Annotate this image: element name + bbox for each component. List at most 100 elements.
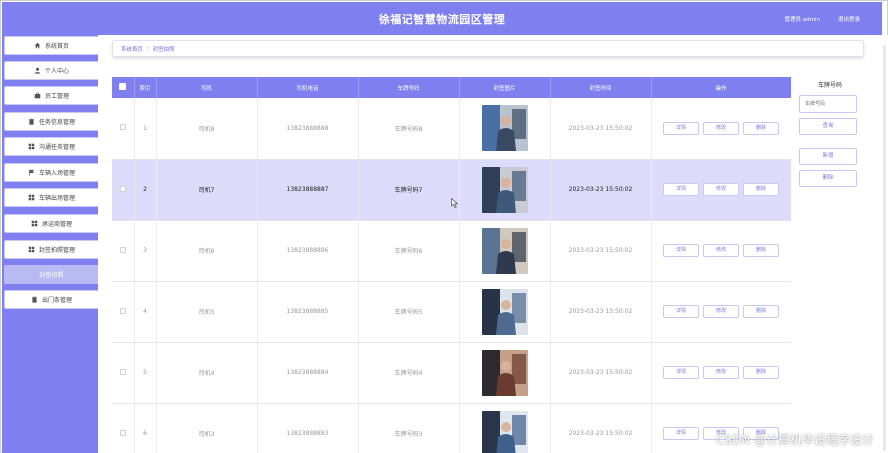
search-panel: 车牌号码 查询 新增 删除 (799, 77, 861, 187)
detail-button[interactable]: 详情 (663, 305, 699, 318)
sidebar-item-label: 任务信息管理 (38, 119, 75, 126)
seal-photo[interactable] (481, 105, 528, 152)
sidebar-item-label: 个人中心 (44, 68, 69, 75)
flag-icon (28, 169, 35, 176)
seal-photo[interactable] (481, 410, 528, 453)
app-title: 徐福记智慧物流园区管理 (378, 13, 506, 26)
row-time: 2023-03-23 15:50:02 (550, 342, 652, 404)
edit-button[interactable]: 修改 (703, 121, 739, 135)
sidebar-item-label: 封签拍照管理 (38, 247, 75, 254)
column-header: 封签时间 (550, 77, 652, 98)
sidebar-item-label: 系统首页 (44, 43, 69, 50)
breadcrumb-current: 封签拍照 (152, 46, 175, 53)
detail-button[interactable]: 详情 (663, 427, 699, 440)
sidebar-item-tasks[interactable]: 任务信息管理 (4, 112, 99, 131)
table-row[interactable]: 5 司机4 13823888884 车牌号码4 2023-03-23 15:50:02 详… (112, 342, 791, 404)
row-plate: 车牌号码8 (358, 98, 460, 160)
sidebar-item-profile[interactable]: 个人中心 (4, 61, 99, 80)
detail-button[interactable]: 详情 (663, 183, 699, 196)
sidebar-item-label: 沟通任务管理 (38, 144, 75, 151)
edit-button[interactable]: 修改 (703, 183, 739, 196)
sidebar-item-seal-photo-mgmt[interactable]: 封签拍照管理 (4, 240, 99, 259)
edit-button[interactable]: 修改 (703, 366, 739, 379)
seal-photo-table: 索引 司机 司机电话 车牌号码 封签图片 封签时间 操作 1 司机8 1382388… (112, 77, 791, 453)
delete-button[interactable]: 删除 (743, 305, 779, 318)
edit-button[interactable]: 修改 (703, 305, 739, 318)
csdn-watermark: CSDN @计算机毕设程序设计 (715, 433, 874, 447)
row-plate: 车牌号码6 (358, 220, 460, 282)
detail-button[interactable]: 详情 (663, 121, 699, 135)
sidebar-item-label: 承运商管理 (41, 221, 72, 228)
row-checkbox[interactable] (119, 124, 126, 131)
add-button[interactable]: 新增 (799, 148, 857, 165)
sidebar-item-vehicle-in[interactable]: 车辆入场管理 (4, 163, 99, 182)
sidebar-item-home[interactable]: 系统首页 (4, 36, 99, 55)
detail-button[interactable]: 详情 (663, 366, 699, 379)
seal-photo[interactable] (481, 288, 528, 335)
page-scrollbar[interactable] (883, 45, 886, 451)
row-checkbox[interactable] (119, 185, 126, 192)
row-index: 3 (134, 220, 157, 282)
sidebar-item-carrier[interactable]: 承运商管理 (4, 214, 99, 233)
grid-icon (28, 194, 35, 201)
delete-button[interactable]: 删除 (743, 366, 779, 379)
row-checkbox[interactable] (119, 246, 126, 253)
row-driver: 司机4 (156, 342, 258, 404)
clipboard-icon (28, 118, 35, 125)
row-phone: 13823888883 (257, 403, 359, 453)
select-all-checkbox[interactable] (119, 83, 127, 90)
column-header: 封签图片 (459, 77, 551, 98)
delete-button[interactable]: 删除 (743, 121, 779, 135)
row-actions: 详情 修改 删除 (651, 220, 791, 282)
row-select-cell (112, 403, 135, 453)
row-checkbox[interactable] (119, 307, 126, 314)
delete-button[interactable]: 删除 (743, 244, 779, 257)
sidebar-item-exit-slip[interactable]: 出门条管理 (4, 290, 99, 309)
row-driver: 司机3 (156, 403, 258, 453)
seal-photo[interactable] (481, 349, 528, 396)
sidebar-item-staff[interactable]: 员工管理 (4, 86, 99, 105)
table-row[interactable]: 6 司机3 13823888883 车牌号码3 2023-03-23 15:50:02 详… (112, 403, 791, 453)
table-row[interactable]: 3 司机6 13823888886 车牌号码6 2023-03-23 15:50:02 详… (112, 220, 791, 282)
row-photo-cell (459, 281, 551, 343)
row-time: 2023-03-23 15:50:02 (550, 98, 652, 160)
seal-photo[interactable] (481, 227, 528, 274)
seal-photo[interactable] (481, 166, 528, 213)
table-header-row: 索引 司机 司机电话 车牌号码 封签图片 封签时间 操作 (112, 77, 791, 98)
row-checkbox[interactable] (119, 429, 126, 436)
breadcrumb: 系统首页 ⁝ 封签拍照 (112, 40, 864, 57)
query-button[interactable]: 查询 (799, 118, 857, 135)
logout-link[interactable]: 退出登录 (838, 15, 860, 23)
row-time: 2023-03-23 15:50:02 (550, 403, 652, 453)
table-row[interactable]: 2 司机7 13823888887 车牌号码7 2023-03-23 15:50:02 详… (112, 159, 791, 221)
row-photo-cell (459, 98, 551, 160)
row-photo-cell (459, 159, 551, 221)
row-time: 2023-03-23 15:50:02 (550, 220, 652, 282)
row-actions: 详情 修改 删除 (651, 342, 791, 404)
plate-search-input[interactable] (799, 95, 857, 113)
edit-button[interactable]: 修改 (703, 244, 739, 257)
row-driver: 司机7 (156, 159, 258, 221)
user-icon (34, 67, 41, 74)
sidebar-item-seal-photo[interactable]: 封签拍照 (4, 265, 99, 284)
row-actions: 详情 修改 删除 (651, 281, 791, 343)
grid-icon (31, 220, 38, 227)
row-actions: 详情 修改 删除 (651, 98, 791, 160)
sidebar-item-communication[interactable]: 沟通任务管理 (4, 137, 99, 156)
sidebar-item-vehicle-out[interactable]: 车辆出场管理 (4, 188, 99, 207)
detail-button[interactable]: 详情 (663, 244, 699, 257)
row-actions: 详情 修改 删除 (651, 159, 791, 221)
breadcrumb-home[interactable]: 系统首页 (121, 45, 143, 53)
table-row[interactable]: 1 司机8 13823888888 车牌号码8 2023-03-23 15:50:02 详… (112, 98, 791, 160)
row-checkbox[interactable] (119, 368, 126, 375)
row-select-cell (112, 220, 135, 282)
batch-delete-button[interactable]: 删除 (799, 170, 857, 187)
delete-button[interactable]: 删除 (743, 183, 779, 196)
top-header: 徐福记智慧物流园区管理 管理员 admin 退出登录 (2, 2, 882, 35)
column-header: 索引 (134, 77, 157, 98)
mouse-cursor-icon (451, 198, 459, 208)
table-row[interactable]: 4 司机5 13823888885 车牌号码5 2023-03-23 15:50:02 详… (112, 281, 791, 343)
row-index: 5 (134, 342, 157, 404)
briefcase-icon (34, 92, 41, 99)
row-plate: 车牌号码3 (358, 403, 460, 453)
